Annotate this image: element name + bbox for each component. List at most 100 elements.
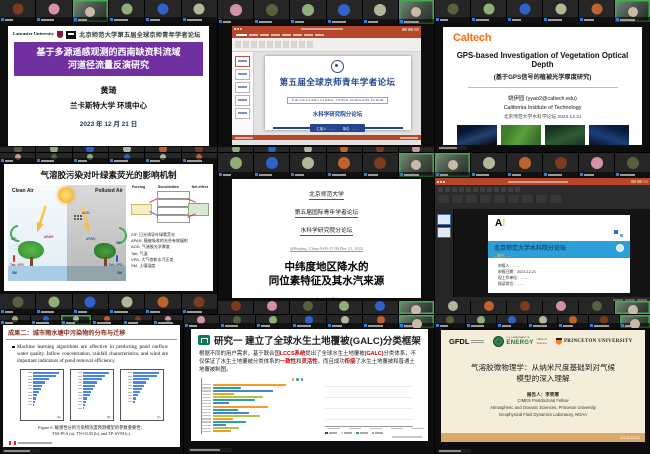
participant-thumbnail[interactable] — [182, 294, 217, 314]
participant-video-active[interactable] — [73, 0, 108, 22]
participant-thumbnail[interactable] — [327, 147, 362, 152]
slide-thumbnail[interactable] — [235, 69, 250, 80]
participant-video-active[interactable] — [435, 153, 470, 177]
participant-video-active[interactable] — [399, 301, 434, 314]
participant-thumbnail[interactable] — [123, 315, 153, 325]
slide-thumbnail[interactable] — [437, 214, 451, 225]
participant-thumbnail[interactable] — [109, 294, 144, 314]
participant-thumbnail[interactable] — [290, 0, 325, 24]
participant-video-active[interactable] — [615, 301, 650, 314]
quick-access-icon[interactable] — [440, 181, 442, 183]
participant-thumbnail[interactable] — [0, 153, 35, 163]
participant-thumbnail[interactable] — [543, 301, 578, 314]
participant-thumbnail[interactable] — [254, 147, 289, 152]
participant-thumbnail[interactable] — [0, 315, 30, 325]
participant-thumbnail[interactable] — [543, 153, 578, 177]
participant-thumbnail[interactable] — [254, 0, 289, 24]
participant-thumbnail[interactable] — [36, 147, 71, 152]
participant-thumbnail[interactable] — [589, 315, 619, 328]
participant-thumbnail[interactable] — [92, 315, 122, 325]
participant-thumbnail[interactable] — [507, 0, 542, 22]
participant-thumbnail[interactable] — [153, 315, 183, 325]
participant-thumbnail[interactable] — [471, 153, 506, 177]
slide-thumbnail-panel[interactable] — [435, 209, 454, 297]
participant-thumbnail[interactable] — [466, 315, 496, 328]
participant-thumbnail[interactable] — [327, 0, 362, 24]
slide-thumbnail[interactable] — [235, 95, 250, 106]
participant-thumbnail[interactable] — [579, 0, 614, 22]
ribbon-toolbar[interactable] — [435, 185, 650, 209]
participant-thumbnail[interactable] — [0, 294, 35, 314]
participant-thumbnail[interactable] — [36, 0, 71, 22]
participant-thumbnail[interactable] — [145, 147, 180, 152]
participant-thumbnail[interactable] — [471, 301, 506, 314]
participant-thumbnail[interactable] — [579, 301, 614, 314]
quick-access-icon[interactable] — [237, 28, 239, 30]
minimize-button[interactable] — [631, 180, 636, 183]
participant-thumbnail[interactable] — [182, 0, 217, 22]
participant-video-active[interactable] — [399, 0, 434, 24]
participant-thumbnail[interactable] — [145, 294, 180, 314]
participant-thumbnail[interactable] — [327, 153, 362, 177]
ribbon-toolbar[interactable] — [232, 38, 421, 52]
participant-thumbnail[interactable] — [256, 315, 291, 328]
participant-thumbnail[interactable] — [109, 0, 144, 22]
participant-thumbnail[interactable] — [218, 0, 253, 24]
participant-thumbnail[interactable] — [435, 301, 470, 314]
participant-thumbnail[interactable] — [497, 315, 527, 328]
participant-thumbnail[interactable] — [0, 0, 35, 22]
participant-thumbnail[interactable] — [73, 147, 108, 152]
minimize-button[interactable] — [402, 28, 407, 31]
close-button[interactable] — [643, 180, 648, 183]
window-titlebar[interactable] — [435, 178, 650, 185]
close-button[interactable] — [414, 28, 419, 31]
slide-thumbnail[interactable] — [437, 227, 451, 238]
participant-video-active[interactable] — [399, 153, 434, 177]
slide-thumbnail[interactable] — [235, 56, 250, 67]
participant-thumbnail[interactable] — [292, 315, 327, 328]
participant-thumbnail[interactable] — [363, 301, 398, 314]
status-bar[interactable] — [232, 135, 421, 140]
participant-thumbnail[interactable] — [145, 153, 180, 163]
participant-thumbnail[interactable] — [145, 0, 180, 22]
participant-thumbnail[interactable] — [579, 153, 614, 177]
participant-thumbnail[interactable] — [363, 0, 398, 24]
participant-thumbnail[interactable] — [218, 147, 253, 152]
participant-thumbnail[interactable] — [290, 147, 325, 152]
participant-thumbnail[interactable] — [363, 147, 398, 152]
participant-thumbnail[interactable] — [290, 153, 325, 177]
slide-thumbnail[interactable] — [235, 108, 250, 119]
participant-thumbnail[interactable] — [363, 315, 398, 328]
quick-access-icon[interactable] — [234, 28, 236, 30]
participant-thumbnail[interactable] — [184, 315, 219, 328]
participant-thumbnail[interactable] — [36, 153, 71, 163]
participant-video-active[interactable] — [399, 315, 434, 328]
participant-thumbnail[interactable] — [528, 315, 558, 328]
participant-thumbnail[interactable] — [220, 315, 255, 328]
participant-thumbnail[interactable] — [558, 315, 588, 328]
participant-thumbnail[interactable] — [471, 0, 506, 22]
participant-thumbnail[interactable] — [327, 315, 362, 328]
participant-thumbnail[interactable] — [182, 147, 217, 152]
participant-thumbnail[interactable] — [254, 301, 289, 314]
participant-thumbnail[interactable] — [61, 315, 91, 325]
participant-thumbnail[interactable] — [290, 301, 325, 314]
participant-thumbnail[interactable] — [507, 301, 542, 314]
slide-thumbnail-panel[interactable] — [232, 52, 254, 135]
participant-thumbnail[interactable] — [254, 153, 289, 177]
participant-thumbnail[interactable] — [435, 315, 465, 328]
participant-thumbnail[interactable] — [218, 301, 253, 314]
quick-access-icon[interactable] — [443, 181, 445, 183]
participant-thumbnail[interactable] — [543, 0, 578, 22]
quick-access-icon[interactable] — [437, 181, 439, 183]
participant-thumbnail[interactable] — [182, 153, 217, 163]
participant-thumbnail[interactable] — [507, 153, 542, 177]
participant-thumbnail[interactable] — [109, 147, 144, 152]
participant-thumbnail[interactable] — [363, 153, 398, 177]
quick-access-icon[interactable] — [240, 28, 242, 30]
participant-thumbnail[interactable] — [73, 153, 108, 163]
participant-thumbnail[interactable] — [435, 0, 470, 22]
participant-thumbnail[interactable] — [0, 147, 35, 152]
participant-video-active[interactable] — [620, 315, 650, 328]
participant-thumbnail[interactable] — [399, 147, 434, 152]
